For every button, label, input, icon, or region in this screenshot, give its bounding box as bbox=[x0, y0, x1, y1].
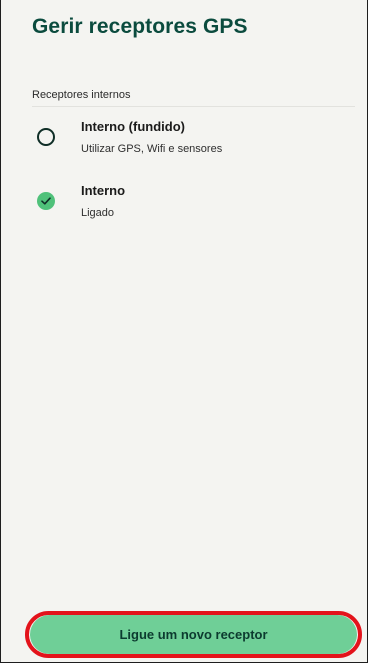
checkmark-icon bbox=[41, 197, 51, 205]
page-title: Gerir receptores GPS bbox=[32, 15, 248, 38]
screen: Gerir receptores GPS Receptores internos… bbox=[0, 0, 368, 663]
receiver-item-interno[interactable]: Interno Ligado bbox=[32, 180, 355, 230]
receiver-item-interno-fundido[interactable]: Interno (fundido) Utilizar GPS, Wifi e s… bbox=[32, 116, 355, 166]
receiver-title: Interno (fundido) bbox=[81, 119, 185, 134]
section-divider bbox=[32, 106, 355, 107]
receiver-title: Interno bbox=[81, 183, 126, 198]
receiver-subtitle: Utilizar GPS, Wifi e sensores bbox=[81, 143, 223, 155]
connect-new-receiver-button[interactable]: Ligue um novo receptor bbox=[30, 615, 357, 654]
receiver-subtitle: Ligado bbox=[81, 207, 115, 219]
section-label: Receptores internos bbox=[32, 89, 131, 101]
radio-unselected-icon[interactable] bbox=[37, 128, 55, 146]
radio-checked-icon[interactable] bbox=[37, 192, 55, 210]
